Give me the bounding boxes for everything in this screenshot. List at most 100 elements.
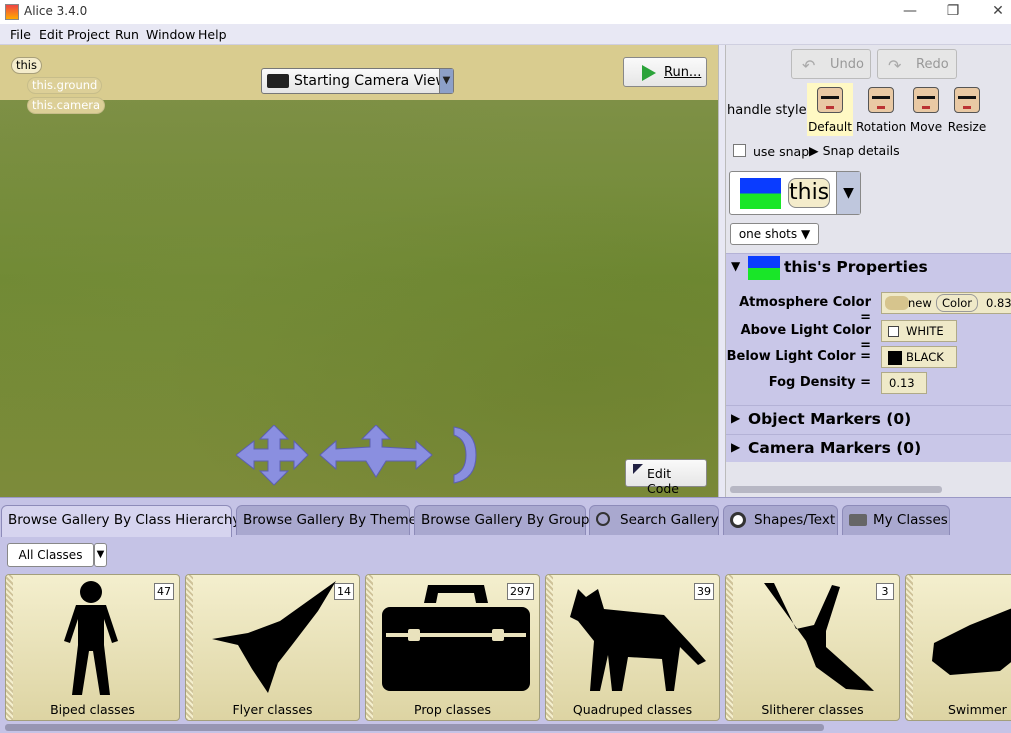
camera-chip[interactable]: this.camera [27, 97, 106, 114]
scene-view[interactable]: this this.ground this.camera Starting Ca… [0, 45, 718, 497]
gallery-panel: Browse Gallery By Class Hierarchy Browse… [0, 497, 1011, 733]
undo-icon: ↶ [802, 56, 816, 75]
object-markers-header[interactable]: ▶ Object Markers (0) [726, 405, 1011, 433]
gallery-card-prop[interactable]: 297 Prop classes [365, 574, 540, 721]
gallery-card-slitherer[interactable]: 3 Slitherer classes [725, 574, 900, 721]
scene-color-swatch [748, 256, 780, 280]
gallery-scrollbar[interactable] [5, 724, 824, 731]
gallery-card-biped[interactable]: 47 Biped classes [5, 574, 180, 721]
camera-navigation-handles[interactable] [236, 425, 481, 487]
below-light-color-value[interactable]: BLACK [881, 346, 957, 368]
flyer-icon [212, 581, 336, 693]
tab-search-label: Search Gallery [620, 512, 719, 528]
class-filter-dropdown[interactable]: All Classes [7, 543, 94, 567]
menu-help[interactable]: Help [198, 27, 227, 42]
property-above-light-color: Above Light Color = WHITE [726, 320, 1011, 353]
tab-theme[interactable]: Browse Gallery By Theme [236, 505, 417, 535]
shape-icon [730, 512, 746, 528]
tab-shapes-label: Shapes/Text [754, 512, 836, 528]
object-markers-label: Object Markers (0) [748, 410, 912, 428]
properties-section: ▼ this's Properties Atmosphere Color = n… [726, 253, 1011, 448]
play-icon [642, 65, 656, 81]
window-title: Alice 3.4.0 [24, 4, 88, 18]
ground-chip[interactable]: this.ground [27, 77, 103, 94]
run-button[interactable]: Run... [623, 57, 707, 87]
use-snap-checkbox[interactable] [733, 144, 746, 157]
property-label: Below Light Color = [726, 349, 871, 364]
menu-edit[interactable]: Edit [39, 27, 63, 42]
property-label: Fog Density = [768, 375, 871, 390]
menu-file[interactable]: File [10, 27, 31, 42]
camera-markers-header[interactable]: ▶ Camera Markers (0) [726, 434, 1011, 462]
camera-markers-label: Camera Markers (0) [748, 439, 922, 457]
card-label: Slitherer classes [761, 702, 864, 717]
tab-my-classes[interactable]: My Classes [842, 505, 950, 535]
card-stripe [186, 575, 193, 720]
gallery-card-swimmer[interactable]: Swimmer cl [905, 574, 1011, 721]
edit-code-button[interactable]: Edit Code [625, 459, 707, 496]
camera-view-label: Starting Camera View [294, 73, 447, 89]
tab-my-classes-label: My Classes [873, 512, 948, 528]
gallery-card-flyer[interactable]: 14 Flyer classes [185, 574, 360, 721]
one-shots-dropdown[interactable]: one shots ▼ [730, 223, 819, 245]
card-stripe [906, 575, 913, 720]
fog-density-value[interactable]: 0.13 [881, 372, 927, 394]
scene-color-swatch [740, 178, 781, 209]
handle-style-rotation[interactable]: Rotation [856, 83, 906, 136]
camera-view-dropdown[interactable]: Starting Camera View ▼ [261, 68, 454, 94]
card-label: Swimmer cl [948, 702, 1011, 717]
below-light-color-text: BLACK [906, 350, 944, 364]
close-icon[interactable]: ✕ [985, 2, 1011, 22]
this-chip[interactable]: this [11, 57, 42, 74]
property-atmosphere-color: Atmosphere Color = new Color 0.83 [726, 292, 1011, 325]
window-titlebar: Alice 3.4.0 — ❐ ✕ [0, 0, 1011, 24]
redo-icon: ↷ [888, 56, 902, 75]
properties-panel: ↶ Undo ↷ Redo handle style: Default Rota… [726, 45, 1011, 497]
splitter[interactable] [718, 45, 726, 497]
card-label: Quadruped classes [572, 702, 693, 717]
search-icon [596, 512, 610, 526]
card-stripe [546, 575, 553, 720]
app-icon [5, 4, 19, 20]
white-swatch [888, 326, 899, 337]
rotation-handle-icon [868, 87, 894, 113]
camera-icon [267, 74, 289, 88]
undo-button[interactable]: ↶ Undo [791, 49, 871, 79]
property-fog-density: Fog Density = 0.13 [726, 372, 1011, 394]
menu-run[interactable]: Run [115, 27, 139, 42]
atmosphere-color-value[interactable]: new Color 0.83 [881, 292, 1011, 314]
above-light-color-value[interactable]: WHITE [881, 320, 957, 342]
color-class-chip: Color [936, 294, 979, 312]
swimmer-icon [932, 608, 1011, 675]
undo-label: Undo [830, 57, 864, 72]
menu-project[interactable]: Project [67, 27, 110, 42]
snap-details-toggle[interactable]: ▶ Snap details [809, 143, 900, 158]
redo-label: Redo [916, 57, 949, 72]
redo-button[interactable]: ↷ Redo [877, 49, 957, 79]
minimize-icon[interactable]: — [897, 2, 923, 22]
menu-window[interactable]: Window [146, 27, 195, 42]
handle-style-resize[interactable]: Resize [946, 83, 988, 136]
handle-style-label: handle style: [727, 103, 811, 118]
properties-header[interactable]: ▼ this's Properties [726, 253, 1011, 281]
tab-class-hierarchy[interactable]: Browse Gallery By Class Hierarchy [1, 505, 240, 537]
edit-code-label: Edit Code [647, 466, 680, 496]
restore-icon[interactable]: ❐ [940, 2, 966, 22]
tab-shapes-text[interactable]: Shapes/Text [723, 505, 838, 535]
card-label: Biped classes [50, 702, 135, 717]
tab-search-gallery[interactable]: Search Gallery [589, 505, 719, 535]
menu-bar: File Edit Project Run Window Help [0, 24, 1011, 45]
gallery-card-quadruped[interactable]: 39 Quadruped classes [545, 574, 720, 721]
resize-handle-icon [954, 87, 980, 113]
above-light-color-text: WHITE [906, 324, 944, 338]
handle-style-move[interactable]: Move [909, 83, 943, 136]
handle-style-label-resize: Resize [947, 120, 987, 134]
handle-style-label-rotation: Rotation [856, 120, 907, 134]
chevron-down-icon[interactable]: ▼ [94, 543, 107, 567]
selected-object-dropdown[interactable]: this ▼ [729, 171, 861, 215]
card-stripe [726, 575, 733, 720]
tab-group[interactable]: Browse Gallery By Group [414, 505, 589, 535]
horizontal-scrollbar[interactable] [730, 486, 942, 493]
handle-style-default[interactable]: Default [807, 83, 853, 136]
card-label: Prop classes [414, 702, 491, 717]
